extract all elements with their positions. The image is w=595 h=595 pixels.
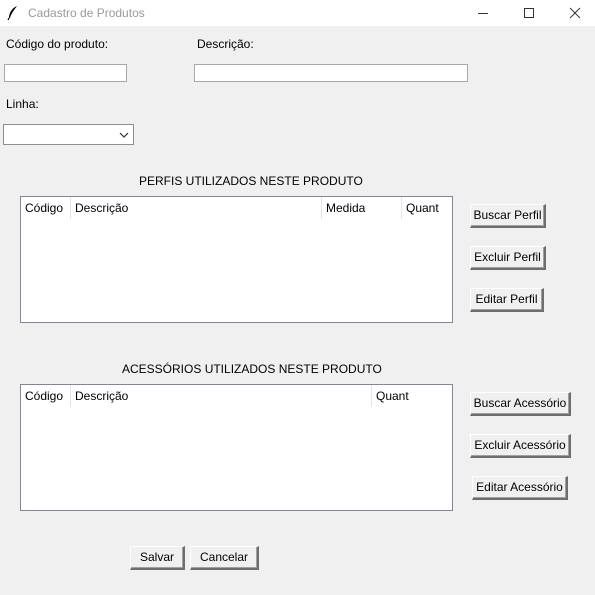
descricao-label: Descrição: [197, 37, 254, 51]
buscar-perfil-button[interactable]: Buscar Perfil [470, 204, 546, 228]
linha-select[interactable] [3, 124, 134, 145]
acessorios-col-quant[interactable]: Quant [372, 385, 452, 407]
editar-perfil-button[interactable]: Editar Perfil [470, 288, 544, 312]
perfis-col-quant[interactable]: Quant [402, 197, 452, 219]
close-icon [569, 7, 581, 19]
cancelar-button[interactable]: Cancelar [190, 546, 259, 570]
descricao-input[interactable] [194, 64, 468, 82]
acessorios-col-descricao[interactable]: Descrição [71, 385, 372, 407]
maximize-button[interactable] [506, 0, 552, 26]
acessorios-section-title: ACESSÓRIOS UTILIZADOS NESTE PRODUTO [122, 362, 382, 376]
perfis-table[interactable]: Código Descrição Medida Quant [20, 196, 453, 323]
minimize-icon [478, 13, 488, 14]
perfis-col-codigo[interactable]: Código [21, 197, 71, 219]
salvar-button[interactable]: Salvar [130, 546, 185, 570]
codigo-input[interactable] [4, 64, 127, 82]
perfis-section-title: PERFIS UTILIZADOS NESTE PRODUTO [139, 174, 363, 188]
acessorios-col-codigo[interactable]: Código [21, 385, 71, 407]
codigo-label: Código do produto: [6, 37, 109, 51]
excluir-perfil-button[interactable]: Excluir Perfil [470, 246, 546, 270]
acessorios-table[interactable]: Código Descrição Quant [20, 384, 453, 511]
window-titlebar[interactable]: Cadastro de Produtos [0, 0, 595, 26]
perfis-col-descricao[interactable]: Descrição [71, 197, 322, 219]
chevron-down-icon [119, 132, 129, 138]
feather-icon [6, 5, 20, 21]
perfis-col-medida[interactable]: Medida [322, 197, 402, 219]
buscar-acessorio-button[interactable]: Buscar Acessório [470, 392, 571, 416]
window-title: Cadastro de Produtos [28, 6, 145, 20]
close-button[interactable] [552, 0, 595, 26]
editar-acessorio-button[interactable]: Editar Acessório [472, 476, 568, 500]
minimize-button[interactable] [460, 0, 506, 26]
excluir-acessorio-button[interactable]: Excluir Acessório [470, 434, 571, 458]
maximize-icon [524, 8, 534, 18]
linha-label: Linha: [6, 97, 39, 111]
